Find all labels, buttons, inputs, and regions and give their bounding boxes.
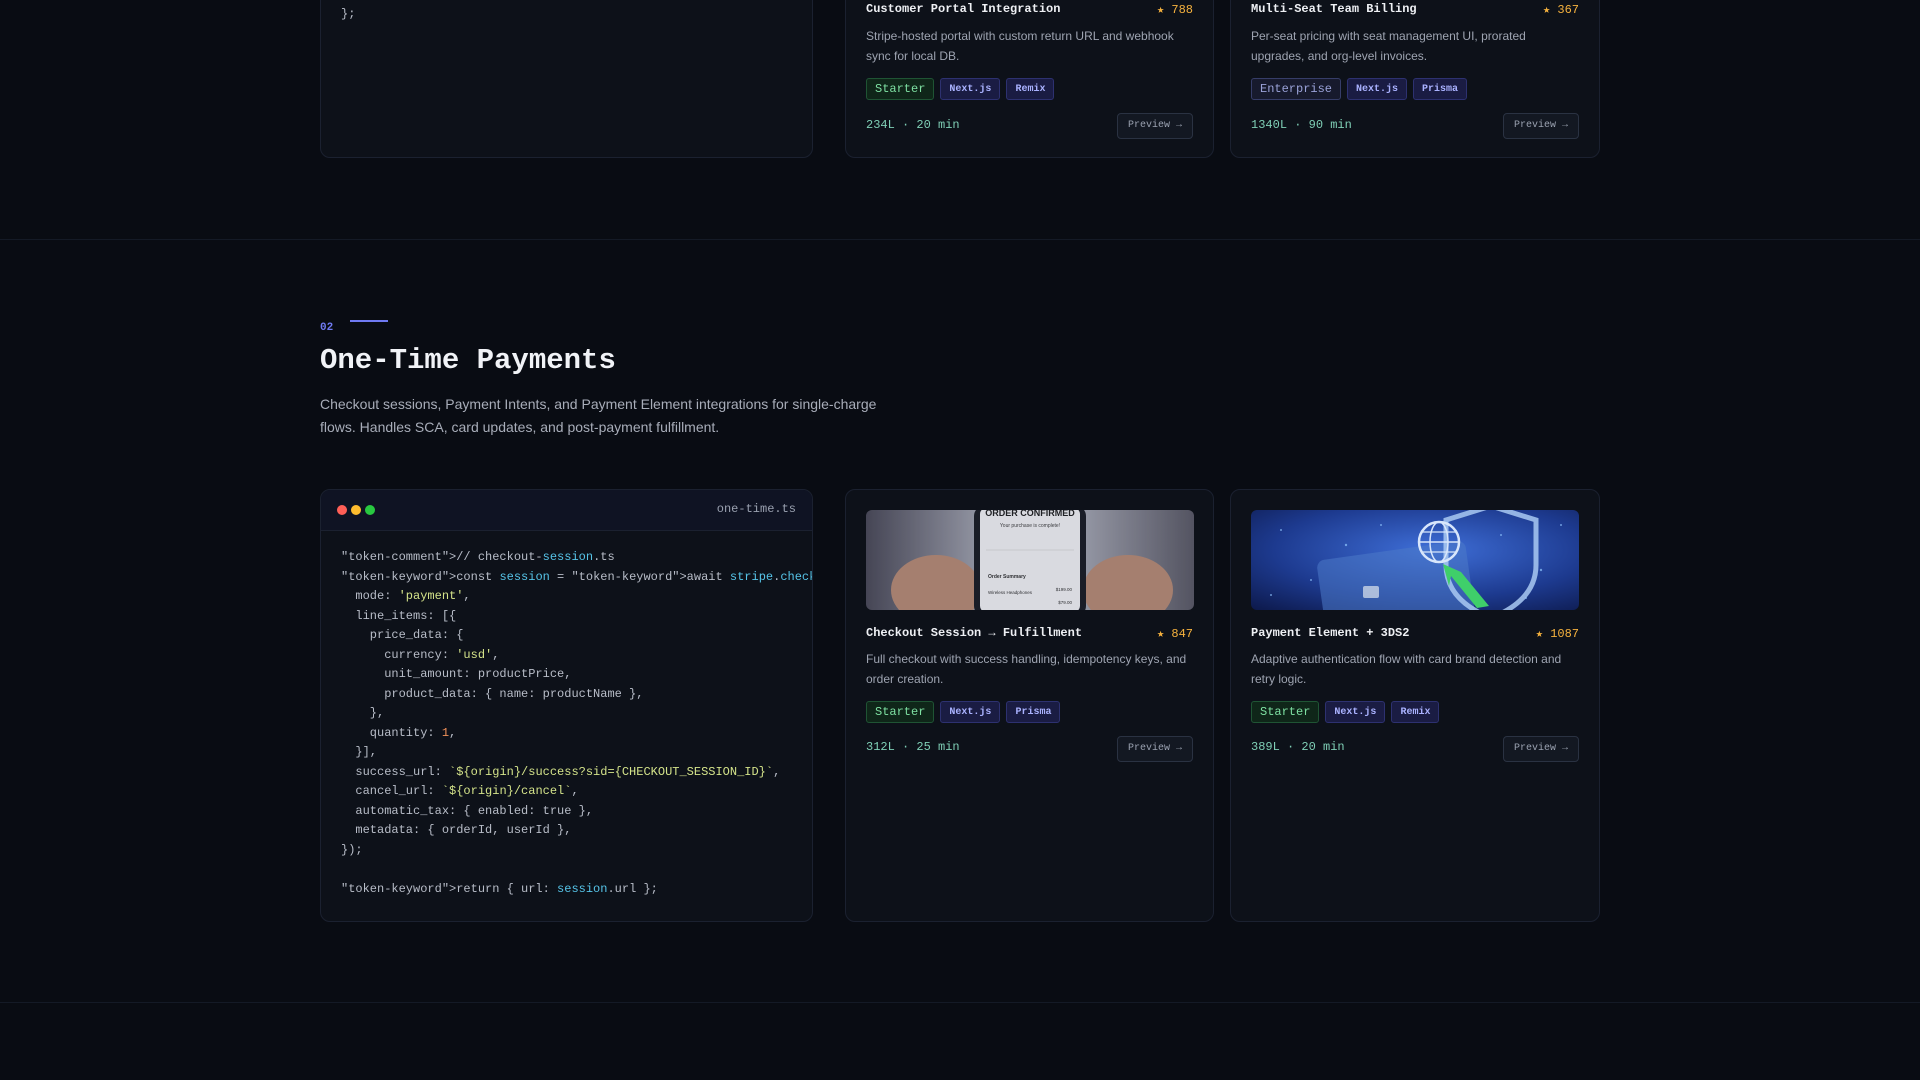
section-accent-line (350, 320, 388, 322)
preview-button[interactable]: Preview → (1502, 113, 1579, 139)
tier-badge: Starter (1251, 701, 1320, 723)
template-card-checkout-session[interactable]: ORDER CONFIRMED Your purchase is complet… (845, 489, 1214, 922)
tech-tag: Next.js (940, 78, 1001, 100)
star-icon: ★ (1156, 3, 1165, 17)
card-meta: 389L · 20 min (1251, 740, 1345, 754)
card-meta: 234L · 20 min (866, 118, 960, 132)
tier-badge: Starter (866, 78, 935, 100)
tag-list: Enterprise Next.js Prisma (1251, 78, 1468, 100)
code-block: "token-comment">// checkout-session.ts "… (341, 550, 812, 896)
tag-list: Starter Next.js Remix (1251, 701, 1440, 723)
card-description: Full checkout with success handling, ide… (866, 652, 1187, 686)
card-description: Stripe-hosted portal with custom return … (866, 29, 1174, 63)
section-divider (0, 239, 1920, 240)
tag-list: Starter Next.js Remix (866, 78, 1055, 100)
star-count: ★ 367 (1542, 3, 1579, 17)
star-icon: ★ (1156, 627, 1165, 641)
section-number: 02 (320, 322, 334, 334)
window-minimize-dot (351, 505, 361, 515)
tech-tag: Next.js (1325, 701, 1386, 723)
card-title: Checkout Session → Fulfillment (866, 626, 1083, 640)
window-close-dot (337, 505, 347, 515)
section-title: One-Time Payments (320, 344, 616, 377)
tech-tag: Prisma (1006, 701, 1061, 723)
window-maximize-dot (365, 505, 375, 515)
preview-button[interactable]: Preview → (1116, 113, 1193, 139)
template-card-customer-portal[interactable]: Customer Portal Integration ★ 788 Stripe… (845, 0, 1214, 158)
card-title: Multi-Seat Team Billing (1251, 2, 1417, 16)
thumbnail-order-confirmation: ORDER CONFIRMED Your purchase is complet… (866, 510, 1194, 610)
tech-tag: Next.js (940, 701, 1001, 723)
tech-tag: Prisma (1413, 78, 1468, 100)
star-count: ★ 788 (1156, 3, 1193, 17)
code-tail: }; (341, 7, 356, 21)
preview-button[interactable]: Preview → (1502, 736, 1579, 762)
star-count: ★ 1087 (1535, 627, 1579, 641)
section-description: Checkout sessions, Payment Intents, and … (320, 396, 877, 435)
tech-tag: Remix (1006, 78, 1055, 100)
card-title: Customer Portal Integration (866, 2, 1061, 16)
code-window-titlebar: one-time.ts (321, 490, 812, 531)
code-window-previous: }; (320, 0, 813, 158)
card-meta: 312L · 25 min (866, 740, 960, 754)
tag-list: Starter Next.js Prisma (866, 701, 1061, 723)
page: }; Customer Portal Integration ★ 788 Str… (0, 0, 1920, 1080)
card-meta: 1340L · 90 min (1251, 118, 1352, 132)
card-title: Payment Element + 3DS2 (1251, 626, 1410, 640)
section-divider (0, 1002, 1920, 1003)
tier-badge: Starter (866, 701, 935, 723)
code-filename: one-time.ts (716, 502, 796, 516)
template-card-payment-element[interactable]: Payment Element + 3DS2 ★ 1087 Adaptive a… (1230, 489, 1600, 922)
card-description: Adaptive authentication flow with card b… (1251, 652, 1562, 686)
template-card-multi-seat[interactable]: Multi-Seat Team Billing ★ 367 Per-seat p… (1230, 0, 1600, 158)
star-icon: ★ (1542, 3, 1551, 17)
code-window: one-time.ts "token-comment">// checkout-… (320, 489, 813, 922)
card-description: Per-seat pricing with seat management UI… (1251, 29, 1526, 63)
thumbnail-secure-card (1251, 510, 1579, 610)
tech-tag: Next.js (1347, 78, 1408, 100)
star-count: ★ 847 (1156, 627, 1193, 641)
star-icon: ★ (1535, 627, 1543, 641)
tier-badge: Enterprise (1251, 78, 1342, 100)
tech-tag: Remix (1391, 701, 1440, 723)
preview-button[interactable]: Preview → (1116, 736, 1193, 762)
